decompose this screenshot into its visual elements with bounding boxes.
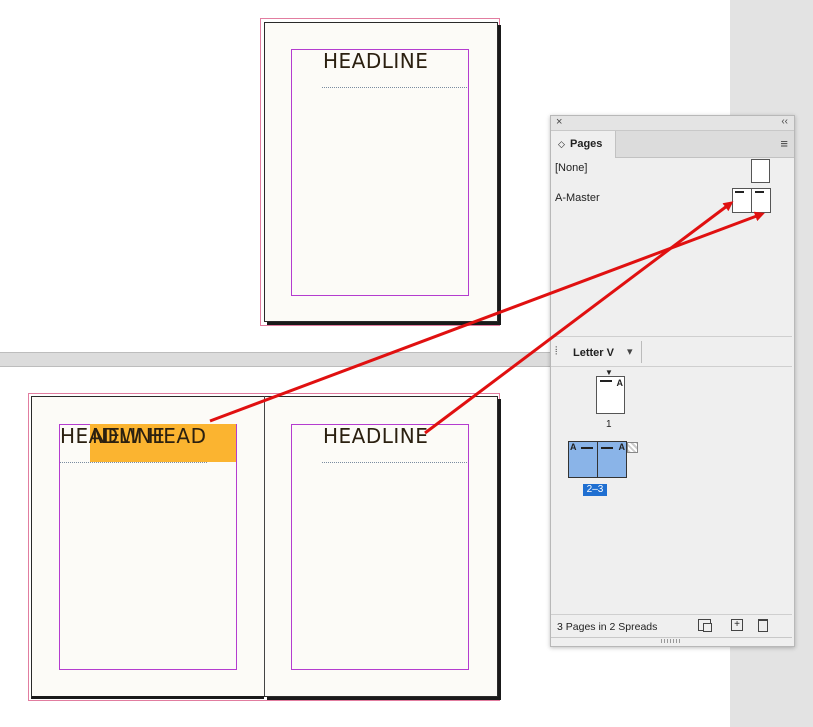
- annotation-arrows: [209, 201, 765, 435]
- arrow-left-page-to-master: [209, 211, 765, 423]
- arrow-right-page-to-master: [424, 201, 734, 435]
